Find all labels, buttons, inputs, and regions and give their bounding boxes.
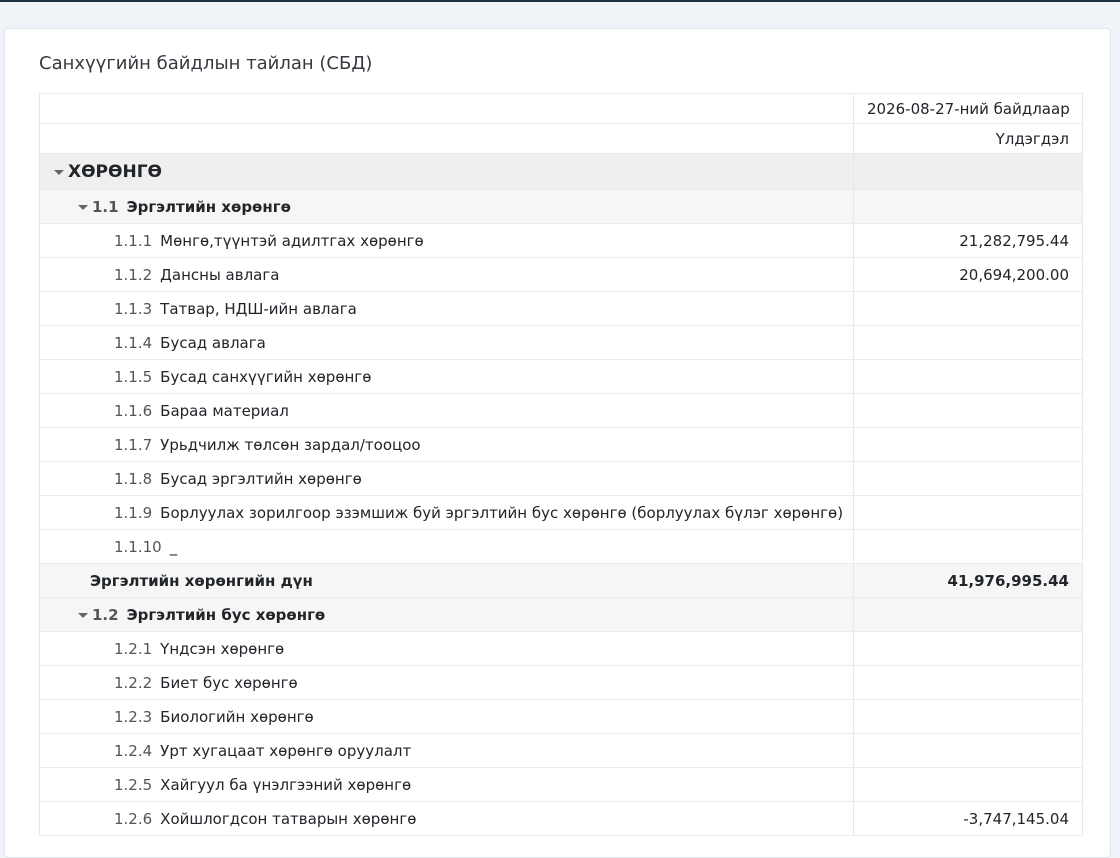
row-value bbox=[853, 393, 1083, 428]
caret-down-icon[interactable] bbox=[54, 169, 64, 175]
table-subheader-row: Үлдэгдэл bbox=[39, 123, 1083, 154]
row-label: Бусад санхүүгийн хөрөнгө bbox=[160, 367, 372, 386]
group-label: Эргэлтийн хөрөнгө bbox=[126, 197, 291, 216]
row-value bbox=[853, 359, 1083, 394]
row-label: Бусад авлага bbox=[160, 333, 266, 352]
row-label: Биологийн хөрөнгө bbox=[160, 707, 314, 726]
row-code: 1.1.1 bbox=[114, 231, 153, 250]
section-label: ХӨРӨНГӨ bbox=[68, 161, 162, 182]
row-code: 1.2.4 bbox=[114, 741, 153, 760]
group-code: 1.2 bbox=[92, 605, 119, 624]
row-code: 1.1.6 bbox=[114, 401, 153, 420]
row-value bbox=[853, 427, 1083, 462]
row-code: 1.1.10 bbox=[114, 537, 162, 556]
row-value bbox=[853, 461, 1083, 496]
balance-sheet-table: 2026-08-27-ний байдлаар Үлдэгдэл ХӨРӨНГӨ… bbox=[39, 93, 1083, 836]
table-row: 1.1.6 Бараа материал bbox=[39, 393, 1083, 428]
table-row: 1.2.1 Үндсэн хөрөнгө bbox=[39, 631, 1083, 666]
row-code: 1.2.2 bbox=[114, 673, 153, 692]
row-code: 1.1.8 bbox=[114, 469, 153, 488]
row-code: 1.2.5 bbox=[114, 775, 153, 794]
row-label: Урьдчилж төлсөн зардал/тооцоо bbox=[160, 435, 421, 454]
page-title: Санхүүгийн байдлын тайлан (СБД) bbox=[39, 53, 373, 74]
row-label: Урт хугацаат хөрөнгө оруулалт bbox=[160, 741, 412, 760]
group-label: Эргэлтийн бус хөрөнгө bbox=[126, 605, 326, 624]
row-label: Дансны авлага bbox=[160, 265, 280, 284]
table-row: 1.2.2 Биет бус хөрөнгө bbox=[39, 665, 1083, 700]
group-code: 1.1 bbox=[92, 197, 119, 216]
top-bar bbox=[0, 0, 1120, 2]
table-row: 1.1.10 _ bbox=[39, 529, 1083, 564]
row-value bbox=[853, 495, 1083, 530]
row-value: -3,747,145.04 bbox=[853, 801, 1083, 836]
row-label: Хайгуул ба үнэлгээний хөрөнгө bbox=[160, 775, 412, 794]
row-code: 1.1.3 bbox=[114, 299, 153, 318]
row-value bbox=[853, 699, 1083, 734]
table-row: 1.1.9 Борлуулах зорилгоор эзэмшиж буй эрг… bbox=[39, 495, 1083, 530]
row-label: Бусад эргэлтийн хөрөнгө bbox=[160, 469, 362, 488]
row-label: Үндсэн хөрөнгө bbox=[160, 639, 285, 658]
row-value: 21,282,795.44 bbox=[853, 223, 1083, 258]
row-code: 1.2.6 bbox=[114, 809, 153, 828]
table-row: 1.2.4 Урт хугацаат хөрөнгө оруулалт bbox=[39, 733, 1083, 768]
row-code: 1.2.3 bbox=[114, 707, 153, 726]
report-card: Санхүүгийн байдлын тайлан (СБД) 2026-08-… bbox=[4, 28, 1111, 858]
row-code: 1.1.9 bbox=[114, 503, 153, 522]
row-value bbox=[853, 529, 1083, 564]
group-noncurrent-assets-row[interactable]: 1.2 Эргэлтийн бус хөрөнгө bbox=[39, 597, 1083, 632]
row-code: 1.1.2 bbox=[114, 265, 153, 284]
row-code: 1.1.4 bbox=[114, 333, 153, 352]
row-label: Борлуулах зорилгоор эзэмшиж буй эргэлтий… bbox=[160, 503, 844, 522]
caret-down-icon[interactable] bbox=[78, 204, 88, 210]
balance-column-header: Үлдэгдэл bbox=[853, 123, 1083, 154]
table-row: 1.2.6 Хойшлогдсон татварын хөрөнгө -3,747… bbox=[39, 801, 1083, 836]
row-label: Хойшлогдсон татварын хөрөнгө bbox=[160, 809, 417, 828]
table-row: 1.1.8 Бусад эргэлтийн хөрөнгө bbox=[39, 461, 1083, 496]
total-current-assets-row: Эргэлтийн хөрөнгийн дүн 41,976,995.44 bbox=[39, 563, 1083, 598]
table-row: 1.2.3 Биологийн хөрөнгө bbox=[39, 699, 1083, 734]
table-row: 1.1.5 Бусад санхүүгийн хөрөнгө bbox=[39, 359, 1083, 394]
group-current-assets-row[interactable]: 1.1 Эргэлтийн хөрөнгө bbox=[39, 189, 1083, 224]
total-value: 41,976,995.44 bbox=[853, 563, 1083, 598]
row-value: 20,694,200.00 bbox=[853, 257, 1083, 292]
caret-down-icon[interactable] bbox=[78, 612, 88, 618]
row-code: 1.2.1 bbox=[114, 639, 153, 658]
row-value bbox=[853, 665, 1083, 700]
row-value bbox=[853, 291, 1083, 326]
table-row: 1.1.1 Мөнгө,түүнтэй адилтгах хөрөнгө 21,2… bbox=[39, 223, 1083, 258]
section-assets-row[interactable]: ХӨРӨНГӨ bbox=[39, 153, 1083, 190]
date-column-header: 2026-08-27-ний байдлаар bbox=[853, 93, 1083, 124]
table-row: 1.1.4 Бусад авлага bbox=[39, 325, 1083, 360]
row-label: Биет бус хөрөнгө bbox=[160, 673, 298, 692]
total-label: Эргэлтийн хөрөнгийн дүн bbox=[39, 563, 854, 598]
row-value bbox=[853, 631, 1083, 666]
row-value bbox=[853, 767, 1083, 802]
row-label: _ bbox=[169, 537, 178, 556]
row-code: 1.1.7 bbox=[114, 435, 153, 454]
table-header-row: 2026-08-27-ний байдлаар bbox=[39, 93, 1083, 124]
table-row: 1.2.5 Хайгуул ба үнэлгээний хөрөнгө bbox=[39, 767, 1083, 802]
row-label: Мөнгө,түүнтэй адилтгах хөрөнгө bbox=[160, 231, 424, 250]
table-row: 1.1.3 Татвар, НДШ-ийн авлага bbox=[39, 291, 1083, 326]
row-code: 1.1.5 bbox=[114, 367, 153, 386]
table-row: 1.1.2 Дансны авлага 20,694,200.00 bbox=[39, 257, 1083, 292]
row-value bbox=[853, 325, 1083, 360]
row-label: Татвар, НДШ-ийн авлага bbox=[160, 299, 357, 318]
table-row: 1.1.7 Урьдчилж төлсөн зардал/тооцоо bbox=[39, 427, 1083, 462]
row-label: Бараа материал bbox=[160, 401, 289, 420]
row-value bbox=[853, 733, 1083, 768]
